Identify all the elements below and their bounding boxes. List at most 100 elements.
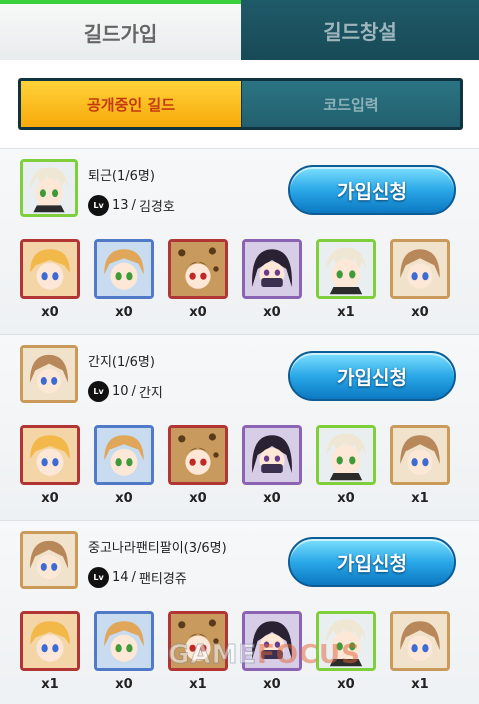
- member-count: x0: [115, 305, 133, 320]
- character-portrait-icon: [171, 428, 225, 482]
- member-count: x0: [411, 305, 429, 320]
- join-request-button[interactable]: 가입신청: [288, 165, 456, 215]
- member-slot[interactable]: x1: [316, 239, 376, 329]
- character-portrait-icon: [393, 614, 447, 668]
- member-slot[interactable]: x0: [168, 425, 228, 515]
- member-count: x0: [263, 491, 281, 506]
- level-badge: Lv: [88, 195, 109, 216]
- member-avatar: [20, 425, 80, 485]
- join-request-button[interactable]: 가입신청: [288, 351, 456, 401]
- guild-name: 간지(1/6명): [88, 355, 155, 370]
- member-count: x0: [115, 677, 133, 692]
- member-avatar: [316, 239, 376, 299]
- leader-name: 팬티경쥬: [138, 572, 187, 587]
- top-tab-bar: 길드가입 길드창설: [0, 0, 479, 60]
- member-avatar: [242, 425, 302, 485]
- member-slot[interactable]: x1: [390, 425, 450, 515]
- member-slot[interactable]: x0: [316, 425, 376, 515]
- character-portrait-icon: [23, 242, 77, 296]
- character-portrait-icon: [23, 614, 77, 668]
- member-avatar: [390, 611, 450, 671]
- member-avatar: [390, 425, 450, 485]
- character-portrait-icon: [97, 428, 151, 482]
- member-count: x0: [263, 305, 281, 320]
- member-count: x0: [115, 491, 133, 506]
- member-avatar: [316, 425, 376, 485]
- member-slot[interactable]: x1: [390, 611, 450, 701]
- character-portrait-icon: [393, 428, 447, 482]
- character-portrait-icon: [23, 534, 75, 586]
- watermark-part-2: FOCUS: [257, 640, 361, 670]
- member-avatar: [94, 425, 154, 485]
- member-slots: x0 x0 x0 x0 x1 x0: [20, 239, 460, 329]
- guild-list[interactable]: 퇴근(1/6명) Lv 13 / 김경호 가입신청 x0 x0 x0 x0 x1…: [0, 148, 479, 704]
- guild-name: 퇴근(1/6명): [88, 169, 155, 184]
- character-portrait-icon: [245, 242, 299, 296]
- member-count: x0: [263, 677, 281, 692]
- leader-name: 간지: [138, 386, 163, 401]
- member-slots: x0 x0 x0 x0 x0 x1: [20, 425, 460, 515]
- member-slot[interactable]: x0: [20, 239, 80, 329]
- member-avatar: [390, 239, 450, 299]
- subtab-code-input[interactable]: 코드입력: [242, 81, 460, 127]
- guild-card: 간지(1/6명) Lv 10 / 간지 가입신청 x0 x0 x0 x0 x0 …: [0, 334, 479, 520]
- character-portrait-icon: [23, 428, 77, 482]
- watermark-logo: GAMEFOCUS: [167, 640, 361, 671]
- join-request-button[interactable]: 가입신청: [288, 537, 456, 587]
- leader-separator: /: [131, 570, 136, 585]
- member-avatar: [168, 239, 228, 299]
- guild-card: 중고나라팬티팔이(3/6명) Lv 14 / 팬티경쥬 가입신청 x1 x0 x…: [0, 520, 479, 704]
- leader-avatar: [20, 531, 78, 589]
- member-slot[interactable]: x0: [20, 425, 80, 515]
- member-avatar: [20, 239, 80, 299]
- member-avatar: [242, 239, 302, 299]
- leader-separator: /: [131, 198, 136, 213]
- character-portrait-icon: [393, 242, 447, 296]
- tab-guild-join[interactable]: 길드가입: [0, 0, 241, 60]
- member-slot[interactable]: x0: [168, 239, 228, 329]
- character-portrait-icon: [23, 162, 75, 214]
- member-slot[interactable]: x0: [94, 611, 154, 701]
- leader-separator: /: [131, 384, 136, 399]
- character-portrait-icon: [319, 242, 373, 296]
- level-badge: Lv: [88, 567, 109, 588]
- guild-leader-info: Lv 13 / 김경호: [88, 195, 175, 216]
- guild-card: 퇴근(1/6명) Lv 13 / 김경호 가입신청 x0 x0 x0 x0 x1…: [0, 148, 479, 334]
- member-count: x0: [41, 305, 59, 320]
- member-avatar: [94, 611, 154, 671]
- subtab-public-guilds[interactable]: 공개중인 길드: [21, 81, 241, 127]
- watermark-part-1: GAME: [167, 640, 258, 671]
- member-count: x1: [337, 305, 355, 320]
- guild-leader-info: Lv 14 / 팬티경쥬: [88, 567, 187, 588]
- leader-name: 김경호: [138, 200, 175, 215]
- member-count: x0: [337, 491, 355, 506]
- leader-level: 14: [112, 570, 129, 585]
- member-count: x1: [411, 677, 429, 692]
- member-count: x0: [41, 491, 59, 506]
- character-portrait-icon: [319, 428, 373, 482]
- member-avatar: [168, 425, 228, 485]
- tab-guild-create[interactable]: 길드창설: [241, 0, 479, 60]
- member-avatar: [20, 611, 80, 671]
- member-slot[interactable]: x0: [242, 239, 302, 329]
- guild-name: 중고나라팬티팔이(3/6명): [88, 541, 227, 556]
- member-count: x1: [411, 491, 429, 506]
- guild-leader-info: Lv 10 / 간지: [88, 381, 163, 402]
- leader-level: 13: [112, 198, 129, 213]
- member-slot[interactable]: x0: [242, 425, 302, 515]
- character-portrait-icon: [97, 242, 151, 296]
- leader-level: 10: [112, 384, 129, 399]
- member-slot[interactable]: x0: [390, 239, 450, 329]
- character-portrait-icon: [97, 614, 151, 668]
- member-slot[interactable]: x1: [20, 611, 80, 701]
- sub-tab-bar: 공개중인 길드 코드입력: [18, 78, 463, 130]
- leader-avatar: [20, 159, 78, 217]
- member-slot[interactable]: x0: [94, 239, 154, 329]
- member-count: x0: [189, 491, 207, 506]
- character-portrait-icon: [245, 428, 299, 482]
- level-badge: Lv: [88, 381, 109, 402]
- character-portrait-icon: [171, 242, 225, 296]
- member-count: x1: [189, 677, 207, 692]
- member-slot[interactable]: x0: [94, 425, 154, 515]
- leader-avatar: [20, 345, 78, 403]
